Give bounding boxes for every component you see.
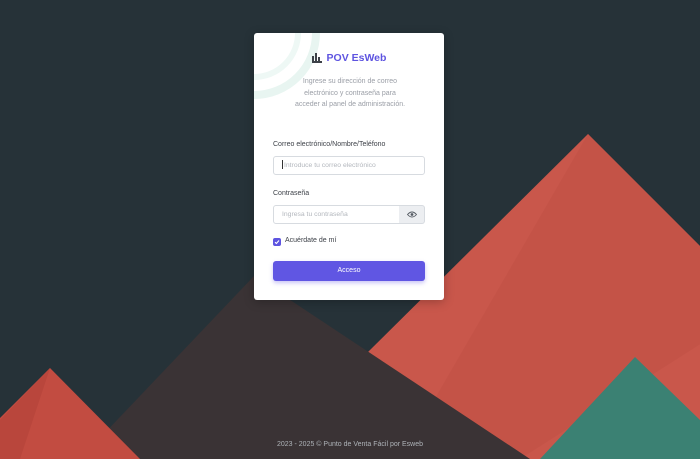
email-placeholder: Introduce tu correo electrónico xyxy=(284,162,376,169)
password-placeholder: Ingresa tu contraseña xyxy=(282,211,348,218)
footer-copyright: 2023 - 2025 © Punto de Venta Fácil por E… xyxy=(276,441,424,448)
factory-icon xyxy=(311,53,322,63)
brand-title: POV EsWeb xyxy=(326,52,387,64)
login-subtitle: Ingrese su dirección de correo electróni… xyxy=(294,78,406,108)
brand: POV EsWeb xyxy=(254,52,444,64)
login-button[interactable]: Acceso xyxy=(273,261,425,281)
login-page: POV EsWeb Ingrese su dirección de correo… xyxy=(0,0,700,459)
toggle-password-button[interactable] xyxy=(399,205,425,224)
eye-icon xyxy=(406,211,417,218)
email-field[interactable]: Introduce tu correo electrónico xyxy=(273,156,425,175)
check-icon xyxy=(274,240,280,245)
password-field[interactable]: Ingresa tu contraseña xyxy=(273,205,400,224)
remember-checkbox[interactable] xyxy=(273,238,281,246)
login-card: POV EsWeb Ingrese su dirección de correo… xyxy=(254,33,444,300)
text-caret xyxy=(282,159,283,169)
password-label: Contraseña xyxy=(273,190,310,197)
email-label: Correo electrónico/Nombre/Teléfono xyxy=(273,141,386,148)
remember-label[interactable]: Acuérdate de mí xyxy=(285,237,336,244)
